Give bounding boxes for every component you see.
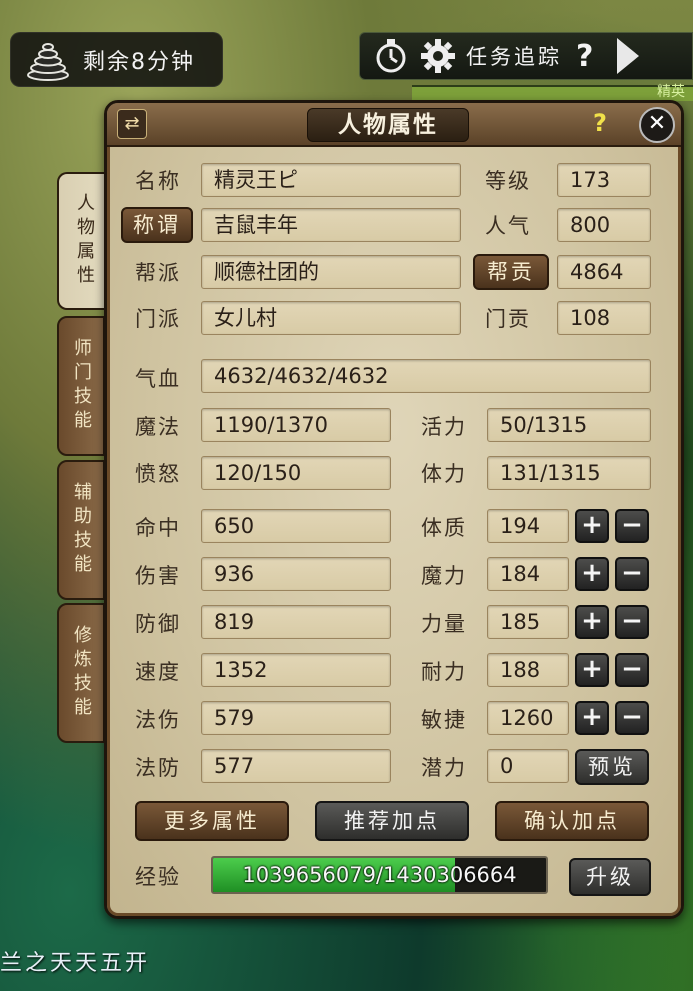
preview-button[interactable]: 预览 <box>575 749 649 785</box>
upgrade-button[interactable]: 升级 <box>569 858 651 896</box>
speed-value: 1352 <box>201 653 391 687</box>
endurance-value: 188 <box>487 653 569 687</box>
magic-defense-label: 法防 <box>135 756 181 780</box>
agility-label: 敏捷 <box>421 708 467 732</box>
guild-value: 顺德社团的 <box>201 255 461 289</box>
expand-arrow-icon[interactable] <box>617 38 640 74</box>
confirm-points-button[interactable]: 确认加点 <box>495 801 649 841</box>
stamina-label: 体力 <box>421 462 467 486</box>
defense-value: 819 <box>201 605 391 639</box>
panel-title: 人物属性 <box>307 108 469 142</box>
recommend-points-button[interactable]: 推荐加点 <box>315 801 469 841</box>
rage-label: 愤怒 <box>135 462 181 486</box>
level-label: 等级 <box>485 169 531 193</box>
vigor-value: 50/1315 <box>487 408 651 442</box>
stopwatch-icon[interactable] <box>372 37 410 75</box>
experience-value: 1039656079/1430306664 <box>242 863 517 887</box>
time-remaining-text: 剩余8分钟 <box>83 49 195 75</box>
agility-value: 1260 <box>487 701 569 735</box>
spiral-timer-icon <box>25 39 71 81</box>
endurance-plus-button[interactable]: + <box>575 653 609 687</box>
quest-tracker-label[interactable]: 任务追踪 <box>466 41 562 71</box>
magic-power-label: 魔力 <box>421 564 467 588</box>
vigor-label: 活力 <box>421 415 467 439</box>
help-icon[interactable]: ? <box>576 39 593 74</box>
quest-strip: 精英 <box>412 84 693 101</box>
school-contribution-value: 108 <box>557 301 651 335</box>
hp-label: 气血 <box>135 367 181 391</box>
guild-label: 帮派 <box>135 261 181 285</box>
name-value: 精灵王ピ <box>201 163 461 197</box>
title-button[interactable]: 称谓 <box>121 207 193 243</box>
name-label: 名称 <box>135 169 181 193</box>
level-value: 173 <box>557 163 651 197</box>
magic-power-minus-button[interactable]: − <box>615 557 649 591</box>
damage-value: 936 <box>201 557 391 591</box>
rage-value: 120/150 <box>201 456 391 490</box>
help-icon[interactable]: ? <box>593 109 607 137</box>
tab-cultivation-skills[interactable]: 修炼技能 <box>57 603 105 743</box>
more-attributes-button[interactable]: 更多属性 <box>135 801 289 841</box>
close-icon[interactable]: ✕ <box>639 107 675 143</box>
stamina-value: 131/1315 <box>487 456 651 490</box>
experience-bar: 1039656079/1430306664 <box>211 856 548 894</box>
guild-contribution-button[interactable]: 帮贡 <box>473 254 549 290</box>
endurance-label: 耐力 <box>421 660 467 684</box>
time-remaining-widget[interactable]: 剩余8分钟 <box>10 32 223 87</box>
strength-minus-button[interactable]: − <box>615 605 649 639</box>
strip-text: 精英 <box>657 84 685 100</box>
endurance-minus-button[interactable]: − <box>615 653 649 687</box>
constitution-value: 194 <box>487 509 569 543</box>
agility-plus-button[interactable]: + <box>575 701 609 735</box>
magic-power-plus-button[interactable]: + <box>575 557 609 591</box>
swap-icon[interactable]: ⇄ <box>117 109 147 139</box>
potential-label: 潜力 <box>421 756 467 780</box>
constitution-label: 体质 <box>421 516 467 540</box>
panel-titlebar[interactable]: ⇄ 人物属性 ? ✕ <box>107 103 681 147</box>
potential-value: 0 <box>487 749 569 783</box>
title-value: 吉鼠丰年 <box>201 208 461 242</box>
strength-label: 力量 <box>421 612 467 636</box>
speed-label: 速度 <box>135 660 181 684</box>
quest-tracker-bar[interactable]: 任务追踪 ? <box>359 32 693 80</box>
damage-label: 伤害 <box>135 564 181 588</box>
popularity-value: 800 <box>557 208 651 242</box>
magic-defense-value: 577 <box>201 749 391 783</box>
constitution-minus-button[interactable]: − <box>615 509 649 543</box>
mp-label: 魔法 <box>135 415 181 439</box>
mp-value: 1190/1370 <box>201 408 391 442</box>
defense-label: 防御 <box>135 612 181 636</box>
tab-character-attributes[interactable]: 人物属性 <box>57 172 109 310</box>
character-attributes-panel: ⇄ 人物属性 ? ✕ 名称 精灵王ピ 等级 173 称谓 吉鼠丰年 人气 800… <box>104 100 684 919</box>
magic-damage-label: 法伤 <box>135 708 181 732</box>
tab-school-skills[interactable]: 师门技能 <box>57 316 105 456</box>
strength-value: 185 <box>487 605 569 639</box>
agility-minus-button[interactable]: − <box>615 701 649 735</box>
school-value: 女儿村 <box>201 301 461 335</box>
hp-value: 4632/4632/4632 <box>201 359 651 393</box>
tab-support-skills[interactable]: 辅助技能 <box>57 460 105 600</box>
popularity-label: 人气 <box>485 214 531 238</box>
constitution-plus-button[interactable]: + <box>575 509 609 543</box>
gear-icon[interactable] <box>420 38 456 74</box>
school-label: 门派 <box>135 307 181 331</box>
strength-plus-button[interactable]: + <box>575 605 609 639</box>
ground-caption: 兰之天天五开 <box>0 951 151 976</box>
magic-power-value: 184 <box>487 557 569 591</box>
magic-damage-value: 579 <box>201 701 391 735</box>
experience-label: 经验 <box>135 865 181 889</box>
guild-contribution-value: 4864 <box>557 255 651 289</box>
hit-label: 命中 <box>135 516 181 540</box>
school-contribution-label: 门贡 <box>485 307 531 331</box>
hit-value: 650 <box>201 509 391 543</box>
